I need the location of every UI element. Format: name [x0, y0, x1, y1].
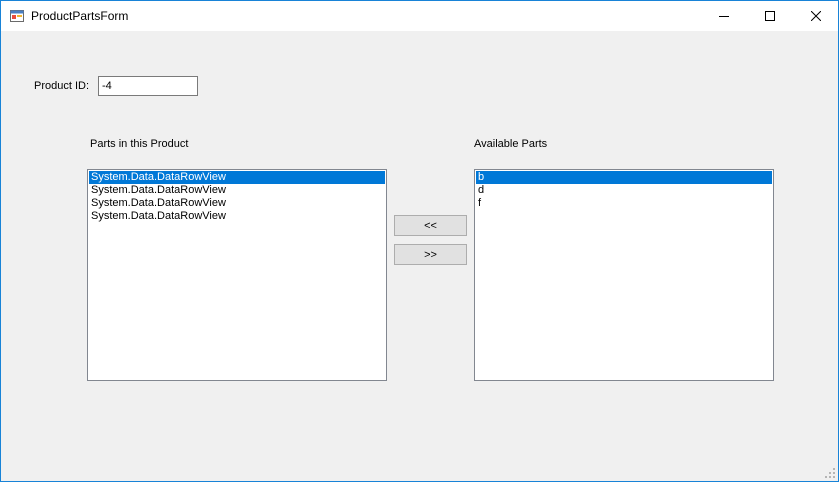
minimize-icon: [719, 16, 729, 17]
product-parts-window: ProductPartsForm Product ID: Parts in th…: [0, 0, 839, 482]
maximize-button[interactable]: [747, 1, 793, 31]
product-id-label: Product ID:: [34, 80, 90, 92]
list-item[interactable]: System.Data.DataRowView: [89, 210, 385, 223]
minimize-button[interactable]: [701, 1, 747, 31]
parts-in-product-listbox[interactable]: System.Data.DataRowView System.Data.Data…: [87, 169, 387, 381]
available-parts-label: Available Parts: [474, 138, 548, 150]
resize-grip-icon[interactable]: [825, 468, 835, 478]
window-title: ProductPartsForm: [31, 9, 129, 23]
list-item[interactable]: d: [476, 184, 772, 197]
list-item[interactable]: f: [476, 197, 772, 210]
close-button[interactable]: [793, 1, 839, 31]
list-item[interactable]: System.Data.DataRowView: [89, 197, 385, 210]
list-item[interactable]: System.Data.DataRowView: [89, 171, 385, 184]
available-parts-listbox[interactable]: b d f: [474, 169, 774, 381]
title-bar[interactable]: ProductPartsForm: [1, 1, 838, 31]
remove-part-button[interactable]: >>: [394, 244, 467, 265]
parts-in-product-label: Parts in this Product: [90, 138, 189, 150]
close-icon: [811, 11, 821, 21]
app-form-icon: [10, 10, 24, 22]
add-part-button[interactable]: <<: [394, 215, 467, 236]
list-item[interactable]: System.Data.DataRowView: [89, 184, 385, 197]
maximize-icon: [765, 11, 775, 21]
list-item[interactable]: b: [476, 171, 772, 184]
product-id-field[interactable]: [98, 76, 198, 96]
